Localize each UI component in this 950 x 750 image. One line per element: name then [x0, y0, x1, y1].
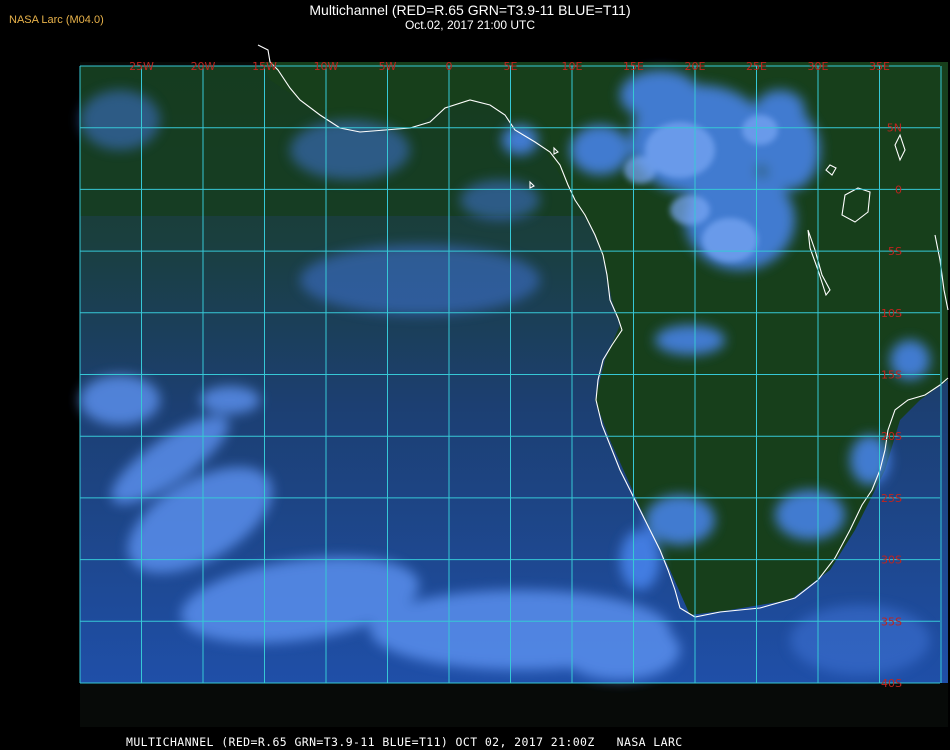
- latitude-label: 5N: [887, 122, 902, 135]
- latitude-label: 25S: [881, 492, 902, 505]
- latitude-label: 5S: [888, 245, 902, 258]
- latitude-label: 40S: [881, 677, 902, 690]
- footer-caption: MULTICHANNEL (RED=R.65 GRN=T3.9-11 BLUE=…: [126, 735, 683, 749]
- latitude-label: 20S: [881, 430, 902, 443]
- longitude-label: 15E: [623, 60, 644, 73]
- latitude-label: 10S: [881, 307, 902, 320]
- latitude-label: 35S: [881, 615, 902, 628]
- longitude-label: 25W: [129, 60, 154, 73]
- longitude-label: 10E: [562, 60, 583, 73]
- longitude-label: 0: [446, 60, 453, 73]
- longitude-label: 5W: [379, 60, 397, 73]
- longitude-label: 10W: [314, 60, 339, 73]
- longitude-label: 20W: [191, 60, 216, 73]
- latitude-label: 15S: [881, 369, 902, 382]
- longitude-label: 35E: [869, 60, 890, 73]
- longitude-label: 25E: [746, 60, 767, 73]
- longitude-label: 15W: [252, 60, 277, 73]
- longitude-label: 30E: [808, 60, 829, 73]
- longitude-label: 20E: [685, 60, 706, 73]
- latitude-label: 0: [895, 183, 902, 196]
- longitude-label: 5E: [504, 60, 518, 73]
- image-title: Multichannel (RED=R.65 GRN=T3.9-11 BLUE=…: [309, 2, 631, 18]
- latitude-label: 30S: [881, 554, 902, 567]
- satellite-map: 25W 20W 15W 10W 5W 0 5E 10E 15E 20E 25E 30E 35E 5N 0 5…: [79, 44, 949, 727]
- image-datetime: Oct.02, 2017 21:00 UTC: [404, 18, 536, 32]
